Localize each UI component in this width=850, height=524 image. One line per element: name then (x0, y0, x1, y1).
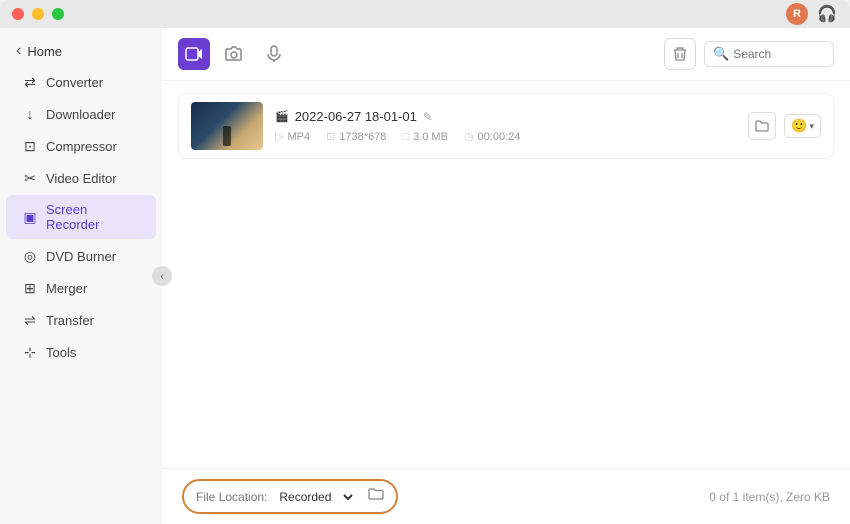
file-location-label: File Location: (196, 490, 267, 504)
maximize-button[interactable] (52, 8, 64, 20)
file-location-container: File Location: Recorded Custom Desktop D… (182, 479, 398, 514)
titlebar: R 🎧 (0, 0, 850, 28)
save-to-folder-button[interactable] (748, 112, 776, 140)
file-list: 🎬 2022-06-27 18-01-01 ✎ ▷ MP4 ⊡ 1738*678 (162, 81, 850, 468)
toolbar: 🔍 (162, 28, 850, 81)
trash-icon (672, 46, 688, 62)
footer: File Location: Recorded Custom Desktop D… (162, 468, 850, 524)
search-box: 🔍 (704, 41, 834, 67)
search-input[interactable] (733, 47, 825, 61)
clock-icon: ◷ (464, 130, 474, 143)
user-avatar[interactable]: R (786, 3, 808, 25)
sidebar-home[interactable]: Home (0, 36, 162, 66)
minimize-button[interactable] (32, 8, 44, 20)
sidebar-item-converter[interactable]: ⇄ Converter (6, 67, 156, 97)
app-body: Home ⇄ Converter ↓ Downloader ⊡ Compress… (0, 28, 850, 524)
file-name: 2022-06-27 18-01-01 (295, 109, 417, 124)
delete-button[interactable] (664, 38, 696, 70)
sidebar: Home ⇄ Converter ↓ Downloader ⊡ Compress… (0, 28, 162, 524)
video-editor-icon: ✂ (22, 170, 38, 186)
sidebar-collapse-button[interactable]: ‹ (152, 266, 172, 286)
file-meta: ▷ MP4 ⊡ 1738*678 □ 3.0 MB ◷ (275, 130, 736, 143)
sidebar-item-downloader[interactable]: ↓ Downloader (6, 99, 156, 129)
size-meta: □ 3.0 MB (402, 131, 448, 143)
downloader-icon: ↓ (22, 106, 38, 122)
file-thumbnail (191, 102, 263, 150)
sidebar-item-transfer[interactable]: ⇌ Transfer (6, 305, 156, 335)
emoji-reaction-button[interactable]: 🙂 ▾ (784, 114, 821, 138)
video-icon (185, 45, 203, 63)
size-icon: □ (402, 131, 409, 143)
mic-icon (265, 45, 283, 63)
camera-icon (225, 45, 243, 63)
open-folder-icon (368, 486, 384, 502)
tools-icon: ⊹ (22, 344, 38, 360)
tab-video-button[interactable] (178, 38, 210, 70)
resolution-icon: ⊡ (326, 130, 335, 143)
file-location-select[interactable]: Recorded Custom Desktop Documents (275, 489, 356, 505)
resolution-meta: ⊡ 1738*678 (326, 130, 386, 143)
sidebar-item-video-editor[interactable]: ✂ Video Editor (6, 163, 156, 193)
file-actions: 🙂 ▾ (748, 112, 821, 140)
format-meta: ▷ MP4 (275, 130, 310, 143)
edit-icon[interactable]: ✎ (423, 110, 433, 124)
sidebar-item-dvd-burner[interactable]: ◎ DVD Burner (6, 241, 156, 271)
tab-mic-button[interactable] (258, 38, 290, 70)
duration-meta: ◷ 00:00:24 (464, 130, 520, 143)
tab-camera-button[interactable] (218, 38, 250, 70)
browse-folder-button[interactable] (368, 486, 384, 507)
folder-icon (754, 118, 770, 134)
support-icon[interactable]: 🎧 (816, 3, 838, 25)
search-icon: 🔍 (713, 46, 729, 62)
compressor-icon: ⊡ (22, 138, 38, 154)
table-row: 🎬 2022-06-27 18-01-01 ✎ ▷ MP4 ⊡ 1738*678 (178, 93, 834, 159)
converter-icon: ⇄ (22, 74, 38, 90)
sidebar-item-screen-recorder[interactable]: ▣ Screen Recorder (6, 195, 156, 239)
file-info: 🎬 2022-06-27 18-01-01 ✎ ▷ MP4 ⊡ 1738*678 (275, 109, 736, 143)
sidebar-item-merger[interactable]: ⊞ Merger (6, 273, 156, 303)
dvd-burner-icon: ◎ (22, 248, 38, 264)
transfer-icon: ⇌ (22, 312, 38, 328)
close-button[interactable] (12, 8, 24, 20)
main-content: 🔍 🎬 2022-06-27 18-01-01 ✎ (162, 28, 850, 524)
chevron-down-icon: ▾ (809, 121, 814, 132)
format-icon: ▷ (275, 130, 283, 143)
sidebar-item-compressor[interactable]: ⊡ Compressor (6, 131, 156, 161)
sidebar-item-tools[interactable]: ⊹ Tools (6, 337, 156, 367)
status-text: 0 of 1 item(s), Zero KB (709, 490, 830, 504)
smiley-icon: 🙂 (791, 118, 807, 134)
screen-recorder-icon: ▣ (22, 209, 38, 225)
video-type-badge: 🎬 (275, 110, 289, 123)
merger-icon: ⊞ (22, 280, 38, 296)
